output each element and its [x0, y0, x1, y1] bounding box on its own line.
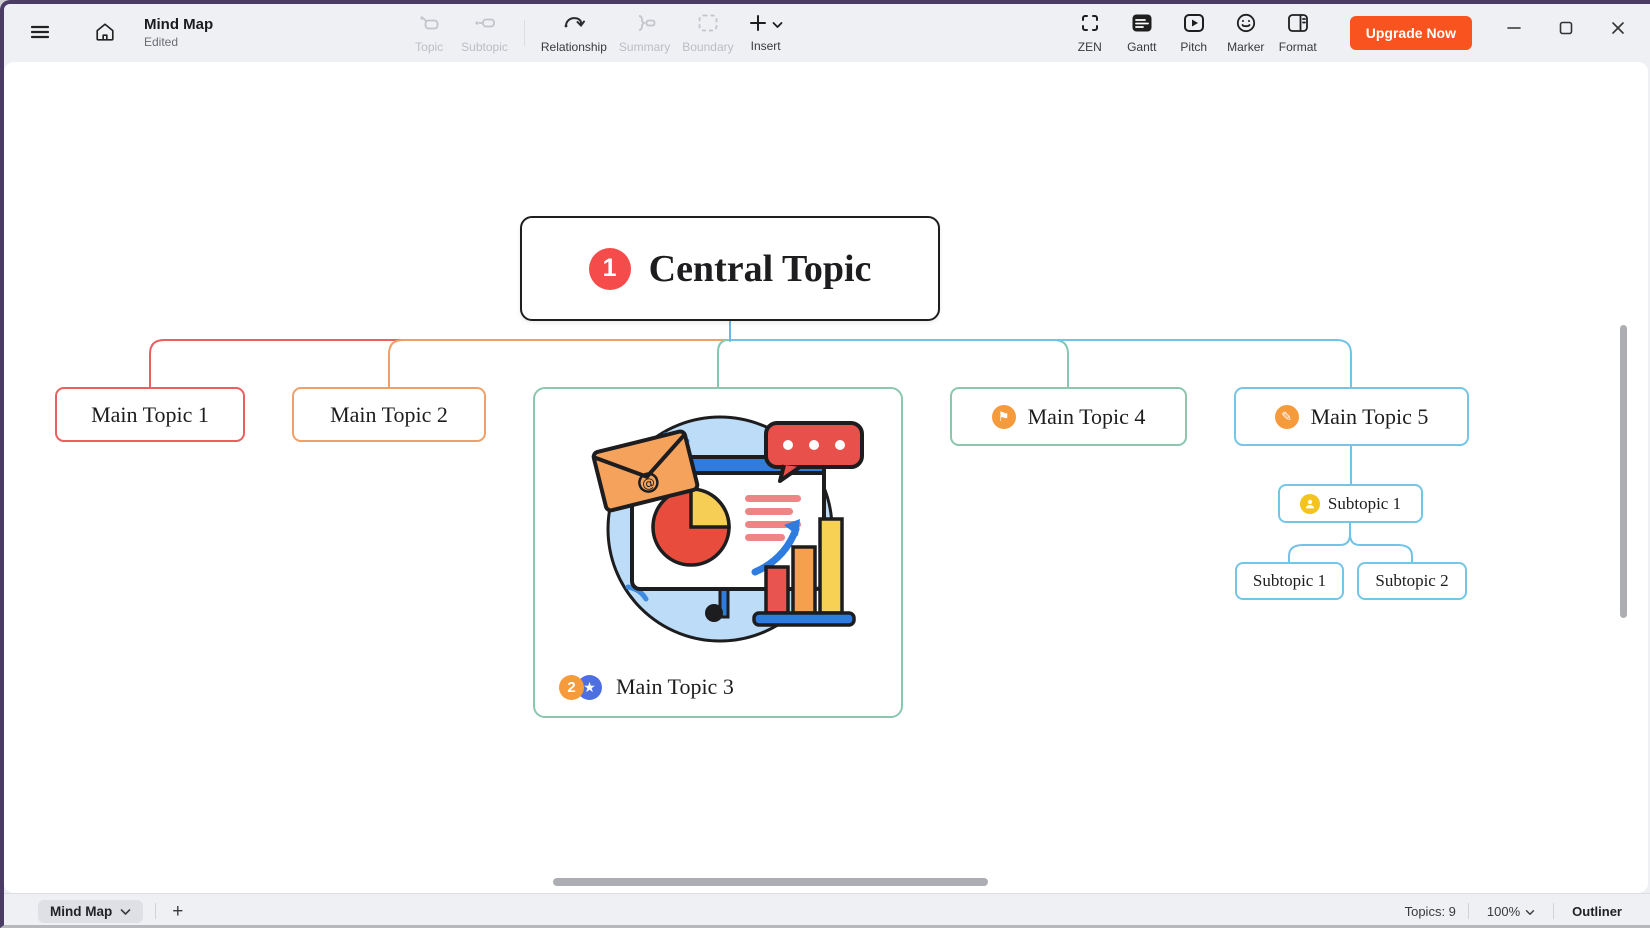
topics-count: Topics: 9: [1405, 904, 1456, 919]
marker-label: Marker: [1227, 40, 1264, 54]
summary-label: Summary: [619, 40, 670, 54]
gantt-icon: [1130, 12, 1154, 37]
upgrade-now-button[interactable]: Upgrade Now: [1350, 16, 1472, 50]
zen-button[interactable]: ZEN: [1064, 10, 1116, 56]
horizontal-scrollbar[interactable]: [553, 878, 988, 886]
topic-label: Topic: [415, 40, 443, 54]
hamburger-icon: [28, 20, 52, 47]
chevron-down-icon: [1525, 904, 1535, 919]
window-controls: [1488, 4, 1644, 46]
format-label: Format: [1279, 40, 1317, 54]
home-button[interactable]: [90, 17, 120, 50]
subtopic-parent-label: Subtopic 1: [1328, 494, 1401, 514]
outliner-button[interactable]: Outliner: [1566, 903, 1628, 920]
document-status: Edited: [144, 36, 213, 50]
flag-marker-icon: ⚑: [992, 405, 1016, 429]
subtopic-icon: [473, 12, 497, 37]
window-close-button[interactable]: [1592, 12, 1644, 46]
main-topic-1-node[interactable]: Main Topic 1: [55, 387, 245, 442]
maximize-icon: [1559, 21, 1573, 38]
minimize-icon: [1507, 21, 1521, 38]
presentation-illustration: @: [570, 407, 870, 652]
format-button[interactable]: Format: [1272, 10, 1324, 56]
document-title: Mind Map: [144, 16, 213, 33]
gantt-button[interactable]: Gantt: [1116, 10, 1168, 56]
sheet-tab-mind-map[interactable]: Mind Map: [38, 900, 143, 923]
subtopic-child-2-label: Subtopic 2: [1375, 571, 1448, 591]
subtopic-parent-node[interactable]: Subtopic 1: [1278, 484, 1423, 523]
main-topic-3-label: Main Topic 3: [616, 674, 734, 700]
marker-smiley-icon: [1235, 12, 1257, 37]
topic-button: Topic: [403, 10, 455, 56]
main-topic-5-node[interactable]: ✎ Main Topic 5: [1234, 387, 1469, 446]
zoom-level-value: 100%: [1487, 904, 1520, 919]
main-topic-2-node[interactable]: Main Topic 2: [292, 387, 486, 442]
summary-button: Summary: [613, 10, 676, 56]
chevron-down-icon: [772, 17, 783, 32]
subtopic-button: Subtopic: [455, 10, 514, 56]
main-topic-2-label: Main Topic 2: [330, 402, 448, 428]
relationship-icon: [561, 12, 587, 37]
subtopic-child-2-node[interactable]: Subtopic 2: [1357, 562, 1467, 600]
pitch-label: Pitch: [1180, 40, 1207, 54]
statusbar-separator: [155, 903, 156, 919]
format-panel-icon: [1286, 12, 1310, 37]
subtopic-child-1-node[interactable]: Subtopic 1: [1235, 562, 1344, 600]
statusbar-separator: [1468, 903, 1469, 919]
hamburger-menu-button[interactable]: [24, 16, 56, 51]
relationship-label: Relationship: [541, 40, 607, 54]
add-sheet-button[interactable]: +: [168, 902, 187, 921]
main-topic-3-markers: 2 ★: [559, 675, 602, 700]
marker-button[interactable]: Marker: [1220, 10, 1272, 56]
plus-icon: [748, 13, 768, 36]
document-title-block: Mind Map Edited: [144, 16, 213, 49]
statusbar-separator: [1553, 903, 1554, 919]
main-topic-4-label: Main Topic 4: [1028, 404, 1146, 430]
main-topic-1-label: Main Topic 1: [91, 402, 209, 428]
home-icon: [94, 21, 116, 46]
subtopic-child-1-label: Subtopic 1: [1253, 571, 1326, 591]
vertical-scrollbar[interactable]: [1620, 325, 1627, 618]
pitch-button[interactable]: Pitch: [1168, 10, 1220, 56]
window-minimize-button[interactable]: [1488, 12, 1540, 46]
sheet-tab-label: Mind Map: [50, 904, 112, 919]
topic-icon: [417, 12, 441, 37]
window-maximize-button[interactable]: [1540, 12, 1592, 46]
central-topic-node[interactable]: 1 Central Topic: [520, 216, 940, 321]
gantt-label: Gantt: [1127, 40, 1156, 54]
boundary-label: Boundary: [682, 40, 733, 54]
pencil-marker-icon: ✎: [1275, 405, 1299, 429]
central-topic-label: Central Topic: [649, 247, 872, 291]
insert-button[interactable]: Insert: [740, 11, 792, 55]
status-bar: Mind Map + Topics: 9 100% Outliner: [4, 893, 1650, 928]
person-marker-icon: [1300, 494, 1320, 514]
relationship-button[interactable]: Relationship: [535, 10, 613, 56]
main-topic-4-node[interactable]: ⚑ Main Topic 4: [950, 387, 1187, 446]
zen-icon: [1079, 12, 1101, 37]
subtopic-label: Subtopic: [461, 40, 508, 54]
mindmap-canvas[interactable]: 1 Central Topic Main Topic 1 Main Topic …: [4, 62, 1648, 893]
zen-label: ZEN: [1078, 40, 1102, 54]
toolbar-separator: [524, 20, 525, 46]
zoom-level-button[interactable]: 100%: [1481, 903, 1541, 920]
insert-label: Insert: [751, 39, 781, 53]
main-topic-3-node[interactable]: @ 2 ★ Main Topic 3: [533, 387, 903, 718]
pitch-icon: [1182, 12, 1206, 37]
boundary-icon: [696, 12, 720, 37]
boundary-button: Boundary: [676, 10, 739, 56]
main-topic-5-label: Main Topic 5: [1311, 404, 1429, 430]
priority-1-marker-icon: 1: [589, 248, 631, 290]
priority-2-marker-icon: 2: [559, 675, 584, 700]
app-window: Mind Map Edited Topic Subtopic Relations…: [0, 0, 1650, 928]
close-icon: [1611, 21, 1625, 38]
toolbar: Mind Map Edited Topic Subtopic Relations…: [4, 4, 1650, 62]
summary-icon: [632, 12, 658, 37]
chevron-down-icon: [120, 904, 131, 919]
